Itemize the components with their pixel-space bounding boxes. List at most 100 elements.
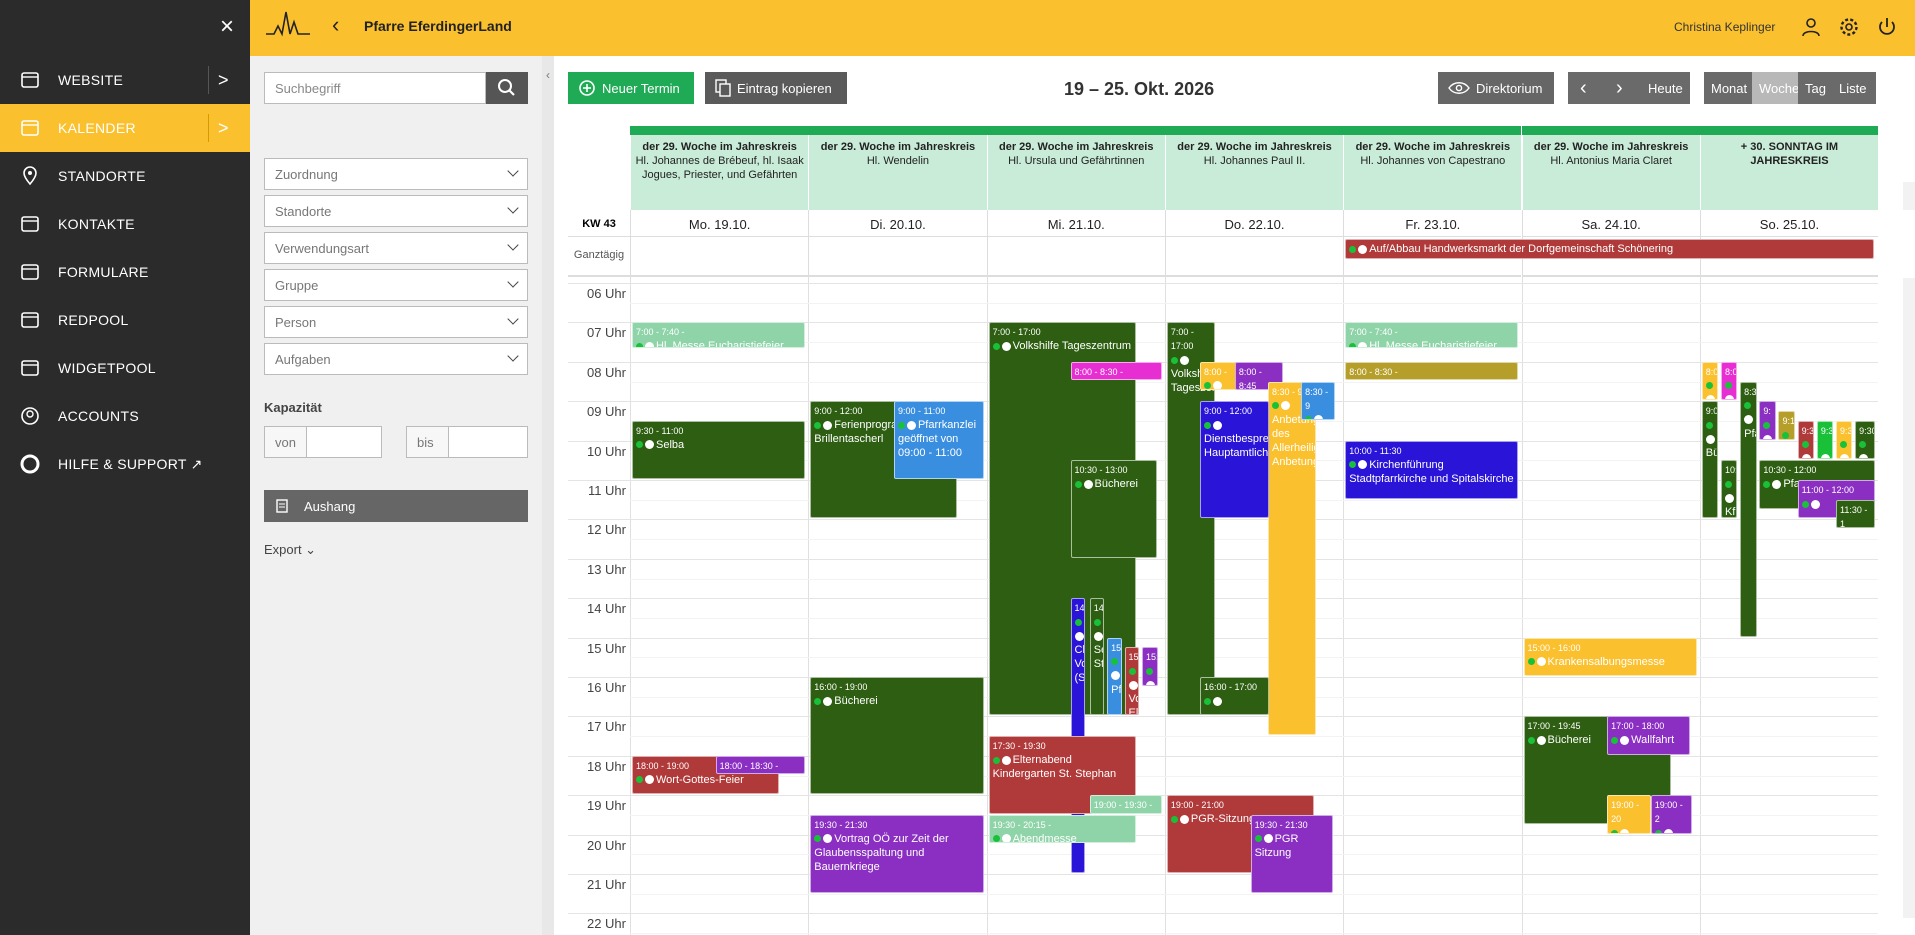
calendar-event[interactable]: 8:0 bbox=[1720, 361, 1738, 401]
new-event-button[interactable]: Neuer Termin bbox=[568, 72, 694, 104]
search-button[interactable] bbox=[486, 72, 528, 104]
export-dropdown[interactable]: Export ⌄ bbox=[264, 542, 316, 558]
filter-select-standorte[interactable]: Standorte bbox=[264, 195, 528, 227]
calendar-event[interactable]: 8:30 - 9Anbetung des Allerheiligsten Anb… bbox=[1267, 381, 1316, 736]
day-date-header[interactable]: Fr. 23.10. bbox=[1343, 210, 1522, 237]
calendar-event[interactable]: 9:3 bbox=[1797, 420, 1815, 460]
filter-select-verwendungsart[interactable]: Verwendungsart bbox=[264, 232, 528, 264]
day-date-header[interactable]: So. 25.10. bbox=[1699, 210, 1879, 237]
capacity-to-field[interactable]: bis bbox=[406, 426, 528, 458]
calendar-event[interactable]: 10: Kfi bbox=[1720, 460, 1738, 519]
event-time: 10: bbox=[1724, 465, 1738, 476]
user-name[interactable]: Christina Keplinger bbox=[1674, 20, 1775, 34]
allday-event[interactable]: Auf/Abbau Handwerksmarkt der Dorfgemeins… bbox=[1345, 239, 1875, 259]
calendar-event[interactable]: 19:00 - 2 bbox=[1650, 795, 1692, 834]
calendar-event[interactable]: 9:3 bbox=[1836, 420, 1853, 460]
calendar-event[interactable]: 7:00 - 7:40 - Hl. Messe Eucharistiefeier bbox=[632, 322, 806, 348]
calendar-event[interactable]: 8:00 - 8:30 - bbox=[1345, 361, 1519, 381]
calendar-event[interactable]: 9: bbox=[1759, 401, 1776, 440]
search-input[interactable]: Suchbegriff bbox=[264, 72, 486, 104]
filter-select-zuordnung[interactable]: Zuordnung bbox=[264, 158, 528, 190]
calendar-event[interactable]: 8:30 - 9 bbox=[1301, 381, 1335, 420]
calendar-event[interactable]: 9:30 bbox=[1855, 420, 1876, 460]
calendar-event[interactable]: 16:00 - 17:00 bbox=[1200, 677, 1269, 716]
calendar-event[interactable]: 16:00 - 19:00 Bücherei bbox=[810, 677, 984, 795]
nav-item-accounts[interactable]: ACCOUNTS bbox=[0, 392, 250, 440]
filter-select-person[interactable]: Person bbox=[264, 306, 528, 338]
day-date-header[interactable]: Do. 22.10. bbox=[1164, 210, 1344, 237]
calendar-event[interactable]: 19:30 - 21:30 Vortrag OÖ zur Zeit der Gla… bbox=[810, 814, 984, 893]
view-liste-button[interactable]: Liste bbox=[1832, 72, 1876, 104]
calendar-event[interactable]: 8:00 - 8:30 - bbox=[1070, 361, 1162, 381]
event-title: Hl. Messe Eucharistiefeier bbox=[1369, 340, 1497, 348]
allday-cell[interactable] bbox=[808, 237, 987, 277]
power-icon[interactable] bbox=[1876, 16, 1898, 38]
aushang-button[interactable]: Aushang bbox=[264, 490, 528, 522]
calendar-event[interactable]: 9:1 bbox=[1778, 411, 1795, 440]
calendar-event[interactable]: 19:00 - 20 bbox=[1607, 795, 1652, 834]
nav-item-kontakte[interactable]: KONTAKTE bbox=[0, 200, 250, 248]
calendar-event[interactable]: 9:0 Bü bbox=[1701, 401, 1719, 519]
view-tag-button[interactable]: Tag bbox=[1798, 72, 1832, 104]
nav-item-hilfe-support[interactable]: HILFE & SUPPORT ↗ bbox=[0, 440, 250, 488]
chevron-right-icon[interactable]: > bbox=[218, 118, 229, 139]
event-title-row: Pfarrkanzlei geöffnet von 09:00 - 11:00 bbox=[897, 418, 980, 460]
nav-item-kalender[interactable]: KALENDER > bbox=[0, 104, 250, 152]
allday-cell[interactable] bbox=[986, 237, 1165, 277]
filter-select-gruppe[interactable]: Gruppe bbox=[264, 269, 528, 301]
calendar-event[interactable]: 15 Vo El bbox=[1124, 647, 1140, 716]
calendar-event[interactable]: 7:00 - 7:40 - Hl. Messe Eucharistiefeier bbox=[1345, 322, 1519, 348]
calendar-event[interactable]: 9:30 - 11:00 Selba bbox=[632, 420, 806, 479]
directory-button[interactable]: Direktorium bbox=[1438, 72, 1554, 104]
next-week-button[interactable]: › bbox=[1604, 72, 1640, 104]
calendar-event[interactable]: 15: bbox=[1141, 647, 1159, 686]
calendar-event[interactable]: 10:00 - 11:30 Kirchenführung Stadtpfarrki… bbox=[1345, 440, 1519, 499]
nav-item-widgetpool[interactable]: WIDGETPOOL bbox=[0, 344, 250, 392]
calendar-event[interactable]: 11:30 - 1 bbox=[1836, 499, 1876, 529]
user-icon[interactable] bbox=[1800, 16, 1822, 38]
day-date-header[interactable]: Di. 20.10. bbox=[808, 210, 987, 237]
event-title-row bbox=[1145, 664, 1155, 685]
collapse-panel-icon[interactable]: ‹ bbox=[546, 68, 550, 82]
today-button[interactable]: Heute bbox=[1640, 72, 1690, 104]
capacity-from-field[interactable]: von bbox=[264, 426, 382, 458]
calendar-event[interactable]: 8:3 Pfa bbox=[1740, 381, 1757, 637]
calendar-event[interactable]: 17:00 - 18:00 Wallfahrt bbox=[1607, 716, 1690, 755]
header-scrollbar[interactable] bbox=[1903, 182, 1915, 210]
close-icon[interactable]: × bbox=[220, 15, 234, 39]
calendar-event[interactable]: 15 Pf bbox=[1107, 637, 1122, 716]
event-title-row bbox=[1654, 826, 1688, 833]
calendar-event[interactable]: 9:00 - 12:00 Dienstbesprechung Hauptamtli… bbox=[1200, 401, 1269, 519]
back-icon[interactable]: ‹ bbox=[332, 12, 339, 38]
gear-icon[interactable] bbox=[1838, 16, 1860, 38]
allday-cell[interactable] bbox=[1164, 237, 1344, 277]
calendar-event[interactable]: 10:30 - 13:00 Bücherei bbox=[1070, 460, 1157, 558]
calendar-event[interactable]: 9:00 - 11:00 Pfarrkanzlei geöffnet von 09… bbox=[893, 401, 984, 479]
day-date-header[interactable]: Mi. 21.10. bbox=[986, 210, 1165, 237]
allday-cell[interactable] bbox=[630, 237, 809, 277]
filter-select-aufgaben[interactable]: Aufgaben bbox=[264, 343, 528, 375]
event-title: Wallfahrt bbox=[1631, 734, 1675, 747]
nav-item-standorte[interactable]: STANDORTE bbox=[0, 152, 250, 200]
nav-item-redpool[interactable]: REDPOOL bbox=[0, 296, 250, 344]
calendar-event[interactable]: 19:30 - 21:30 PGR Sitzung bbox=[1250, 814, 1334, 893]
nav-item-website[interactable]: WEBSITE > bbox=[0, 56, 250, 104]
view-monat-button[interactable]: Monat bbox=[1704, 72, 1752, 104]
prev-week-button[interactable]: ‹ bbox=[1568, 72, 1604, 104]
calendar-event[interactable]: 19:00 - 19:30 - bbox=[1089, 795, 1162, 814]
calendar-event[interactable]: 8:0 bbox=[1701, 361, 1719, 401]
calendar-event[interactable]: 8:00 - bbox=[1200, 361, 1238, 391]
day-date-header[interactable]: Sa. 24.10. bbox=[1521, 210, 1700, 237]
calendar-event[interactable]: 14 Se St bbox=[1089, 598, 1105, 716]
view-woche-button[interactable]: Woche bbox=[1752, 72, 1799, 104]
chevron-right-icon[interactable]: > bbox=[218, 70, 229, 91]
event-time: 8:0 bbox=[1705, 366, 1719, 377]
calendar-event[interactable]: 15:00 - 16:00 Krankensalbungsmesse bbox=[1523, 637, 1697, 676]
calendar-event[interactable]: 19:30 - 20:15 - Abendmesse bbox=[988, 814, 1136, 844]
nav-item-formulare[interactable]: FORMULARE bbox=[0, 248, 250, 296]
calendar-event[interactable]: 9:3 bbox=[1816, 420, 1834, 460]
calendar-event[interactable]: 18:00 - 18:30 - bbox=[715, 755, 806, 775]
copy-entry-button[interactable]: Eintrag kopieren bbox=[705, 72, 847, 104]
day-date-header[interactable]: Mo. 19.10. bbox=[630, 210, 809, 237]
grid-scrollbar[interactable] bbox=[1903, 278, 1915, 918]
